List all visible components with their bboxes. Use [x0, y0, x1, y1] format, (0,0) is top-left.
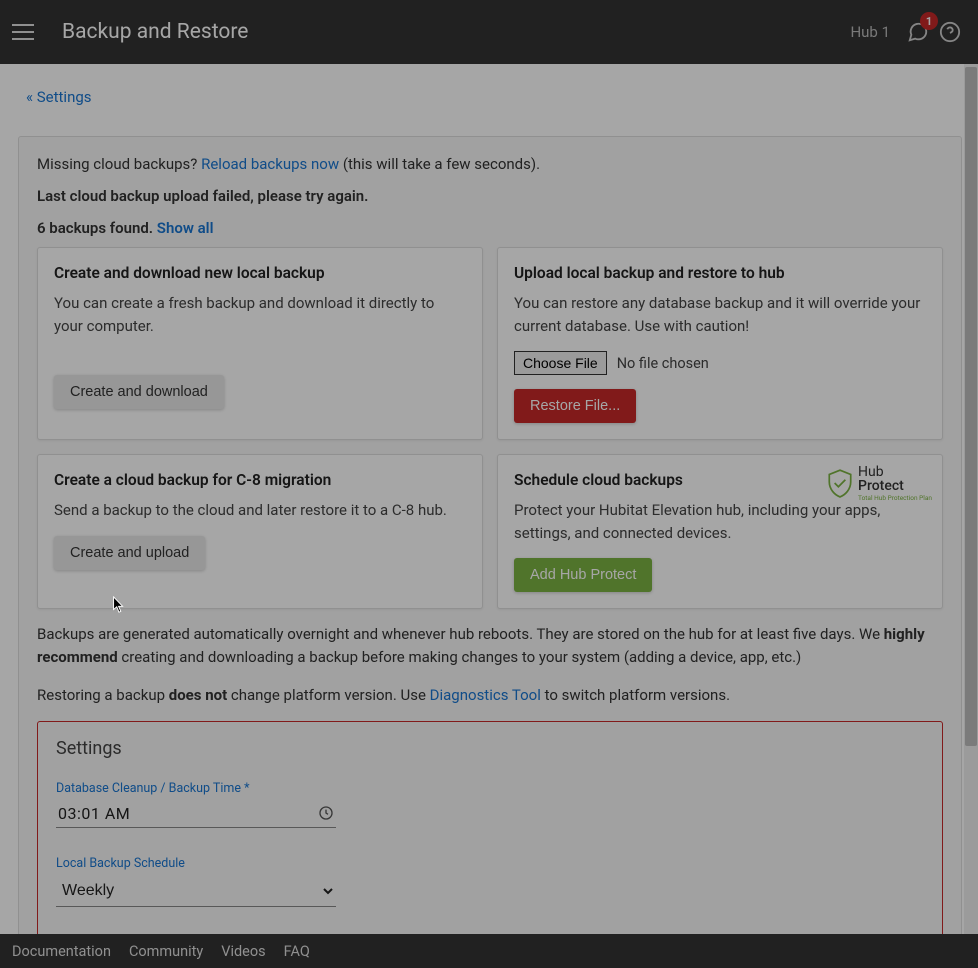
info-restore-version: Restoring a backup does not change platf… [37, 684, 943, 707]
footer-community[interactable]: Community [129, 943, 203, 960]
hub-label[interactable]: Hub 1 [850, 23, 890, 41]
footer: Documentation Community Videos FAQ [0, 934, 978, 968]
backup-panel: Missing cloud backups? Reload backups no… [18, 136, 962, 934]
messages-icon[interactable]: 1 [902, 16, 934, 48]
card-body: You can restore any database backup and … [514, 292, 926, 337]
backup-time-label: Database Cleanup / Backup Time * [56, 781, 924, 796]
card-upload-restore: Upload local backup and restore to hub Y… [497, 247, 943, 440]
breadcrumb-settings[interactable]: « Settings [26, 88, 978, 106]
card-body: Send a backup to the cloud and later res… [54, 499, 466, 522]
clock-icon [318, 805, 334, 821]
backup-time-input[interactable]: 03:01 AM [56, 800, 336, 828]
info-auto-backup: Backups are generated automatically over… [37, 623, 943, 670]
card-title: Upload local backup and restore to hub [514, 264, 926, 282]
card-body: You can create a fresh backup and downlo… [54, 292, 466, 337]
footer-faq[interactable]: FAQ [284, 943, 310, 960]
backup-schedule-label: Local Backup Schedule [56, 856, 924, 871]
card-title: Create a cloud backup for C-8 migration [54, 471, 466, 489]
create-download-button[interactable]: Create and download [54, 375, 224, 409]
card-cloud-migrate: Create a cloud backup for C-8 migration … [37, 454, 483, 609]
backup-schedule-select[interactable]: Weekly [56, 875, 336, 907]
scrollbar-thumb[interactable] [965, 67, 977, 746]
shield-icon [826, 468, 854, 498]
settings-heading: Settings [56, 738, 924, 759]
choose-file-button[interactable]: Choose File [514, 351, 607, 375]
card-create-local: Create and download new local backup You… [37, 247, 483, 440]
footer-videos[interactable]: Videos [221, 943, 265, 960]
backups-found-line: 6 backups found. Show all [37, 219, 943, 237]
app-header: Backup and Restore Hub 1 1 [0, 0, 978, 64]
diagnostics-tool-link[interactable]: Diagnostics Tool [430, 686, 541, 704]
restore-file-button[interactable]: Restore File... [514, 389, 636, 423]
scrollbar[interactable] [964, 64, 978, 934]
hub-protect-logo: Hub Protect Total Hub Protection Plan [826, 465, 932, 502]
menu-icon[interactable] [12, 16, 44, 48]
add-hub-protect-button[interactable]: Add Hub Protect [514, 558, 652, 592]
missing-backups-line: Missing cloud backups? Reload backups no… [37, 155, 943, 173]
show-all-link[interactable]: Show all [157, 219, 214, 237]
reload-backups-link[interactable]: Reload backups now [201, 155, 339, 173]
card-body: Protect your Hubitat Elevation hub, incl… [514, 499, 926, 544]
create-upload-button[interactable]: Create and upload [54, 536, 205, 570]
page-title: Backup and Restore [62, 20, 850, 44]
content: « Settings Missing cloud backups? Reload… [0, 64, 978, 934]
card-title: Create and download new local backup [54, 264, 466, 282]
footer-documentation[interactable]: Documentation [12, 943, 111, 960]
file-chosen-label: No file chosen [617, 355, 709, 372]
settings-box: Settings Database Cleanup / Backup Time … [37, 721, 943, 934]
help-icon[interactable] [934, 16, 966, 48]
error-message: Last cloud backup upload failed, please … [37, 187, 943, 205]
card-schedule-cloud: Hub Protect Total Hub Protection Plan Sc… [497, 454, 943, 609]
